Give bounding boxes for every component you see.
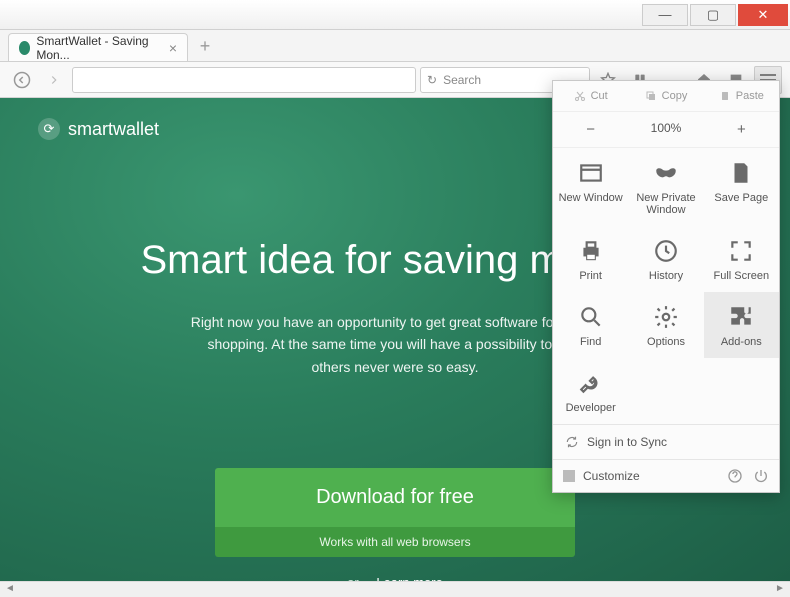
hero-line1: Right now you have an opportunity to get… bbox=[191, 314, 600, 330]
menu-developer[interactable]: Developer bbox=[553, 358, 628, 424]
power-button[interactable] bbox=[753, 468, 769, 484]
scroll-left-arrow[interactable]: ◄ bbox=[2, 583, 18, 597]
search-placeholder: Search bbox=[443, 73, 481, 87]
menu-cut[interactable]: Cut bbox=[553, 81, 628, 111]
new-tab-button[interactable]: + bbox=[194, 35, 216, 57]
tab-favicon bbox=[19, 41, 30, 55]
forward-button[interactable] bbox=[40, 66, 68, 94]
download-subtext: Works with all web browsers bbox=[215, 527, 575, 557]
menu-history[interactable]: History bbox=[628, 226, 703, 292]
tab-strip: SmartWallet - Saving Mon... × + bbox=[0, 30, 790, 62]
menu-grid: New Window New Private Window Save Page … bbox=[553, 148, 779, 424]
window-close-button[interactable]: ✕ bbox=[738, 4, 788, 26]
zoom-out-button[interactable]: − bbox=[553, 112, 628, 147]
url-bar[interactable] bbox=[72, 67, 416, 93]
horizontal-scrollbar[interactable]: ◄ ► bbox=[0, 581, 790, 597]
download-button[interactable]: Download for free bbox=[215, 468, 575, 527]
menu-full-screen[interactable]: Full Screen bbox=[704, 226, 779, 292]
window-maximize-button[interactable]: ▢ bbox=[690, 4, 736, 26]
back-button[interactable] bbox=[8, 66, 36, 94]
hero-line2: shopping. At the same time you will have… bbox=[207, 336, 582, 352]
menu-clipboard-row: Cut Copy Paste bbox=[553, 81, 779, 112]
site-brand: ⟳ smartwallet bbox=[38, 118, 159, 140]
browser-tab[interactable]: SmartWallet - Saving Mon... × bbox=[8, 33, 188, 61]
zoom-in-button[interactable]: + bbox=[704, 112, 779, 147]
menu-footer: Customize bbox=[553, 459, 779, 492]
menu-customize[interactable]: Customize bbox=[563, 469, 640, 483]
help-button[interactable] bbox=[727, 468, 743, 484]
menu-add-ons[interactable]: Add-ons bbox=[704, 292, 779, 358]
menu-zoom-row: − 100% + bbox=[553, 112, 779, 148]
menu-options[interactable]: Options bbox=[628, 292, 703, 358]
menu-print[interactable]: Print bbox=[553, 226, 628, 292]
menu-save-page[interactable]: Save Page bbox=[704, 148, 779, 226]
window-titlebar: — ▢ ✕ bbox=[0, 0, 790, 30]
cta-block: Download for free Works with all web bro… bbox=[215, 468, 575, 581]
tab-close-button[interactable]: × bbox=[169, 40, 177, 56]
menu-find[interactable]: Find bbox=[553, 292, 628, 358]
zoom-level: 100% bbox=[628, 112, 703, 147]
menu-new-private-window[interactable]: New Private Window bbox=[628, 148, 703, 226]
reload-icon: ↻ bbox=[427, 73, 437, 87]
menu-new-window[interactable]: New Window bbox=[553, 148, 628, 226]
brand-icon: ⟳ bbox=[38, 118, 60, 140]
menu-paste[interactable]: Paste bbox=[704, 81, 779, 111]
brand-text: smartwallet bbox=[68, 119, 159, 140]
hero-line3: others never were so easy. bbox=[311, 359, 478, 375]
window-minimize-button[interactable]: — bbox=[642, 4, 688, 26]
tab-title: SmartWallet - Saving Mon... bbox=[36, 34, 156, 62]
menu-copy[interactable]: Copy bbox=[628, 81, 703, 111]
menu-sign-in-sync[interactable]: Sign in to Sync bbox=[553, 425, 779, 459]
scroll-track[interactable] bbox=[18, 583, 772, 597]
scroll-right-arrow[interactable]: ► bbox=[772, 583, 788, 597]
customize-icon bbox=[563, 470, 575, 482]
hamburger-menu-panel: Cut Copy Paste − 100% + New Window New P… bbox=[552, 80, 780, 493]
